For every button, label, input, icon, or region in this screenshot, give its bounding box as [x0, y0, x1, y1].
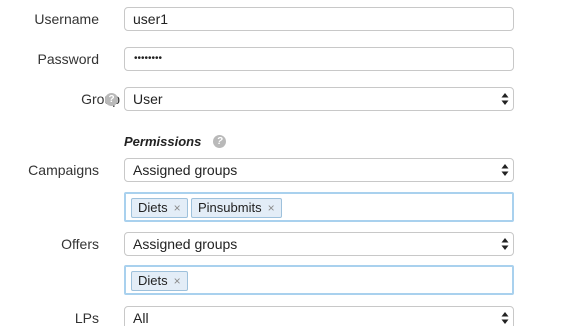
username-label: Username	[34, 11, 99, 27]
campaigns-label: Campaigns	[28, 162, 99, 178]
updown-arrows-icon	[501, 93, 509, 105]
updown-arrows-icon	[501, 164, 509, 176]
offers-select[interactable]: Assigned groups	[124, 232, 514, 256]
permissions-title: Permissions ?	[124, 134, 227, 149]
username-input[interactable]: user1	[124, 7, 514, 31]
group-select[interactable]: User	[124, 87, 514, 111]
campaigns-tag-input[interactable]: Diets × Pinsubmits ×	[124, 192, 514, 222]
lps-select[interactable]: All	[124, 306, 514, 326]
offers-tag-input[interactable]: Diets ×	[124, 265, 514, 295]
lps-label: LPs	[74, 310, 99, 326]
remove-tag-icon[interactable]: ×	[174, 271, 181, 291]
offers-label: Offers	[61, 236, 99, 252]
remove-tag-icon[interactable]: ×	[268, 198, 275, 218]
password-input[interactable]: ••••••••	[124, 47, 514, 71]
updown-arrows-icon	[501, 238, 509, 250]
campaigns-select[interactable]: Assigned groups	[124, 158, 514, 182]
offers-tag-diets: Diets ×	[131, 271, 188, 291]
updown-arrows-icon	[501, 312, 509, 324]
password-label: Password	[37, 51, 99, 67]
campaigns-tag-diets: Diets ×	[131, 198, 188, 218]
campaigns-tag-pinsubmits: Pinsubmits ×	[191, 198, 282, 218]
group-help-icon[interactable]: ?	[105, 93, 118, 106]
permissions-help-icon[interactable]: ?	[213, 135, 227, 148]
user-form: Username user1 Password •••••••• Group ?…	[0, 0, 579, 326]
remove-tag-icon[interactable]: ×	[174, 198, 181, 218]
